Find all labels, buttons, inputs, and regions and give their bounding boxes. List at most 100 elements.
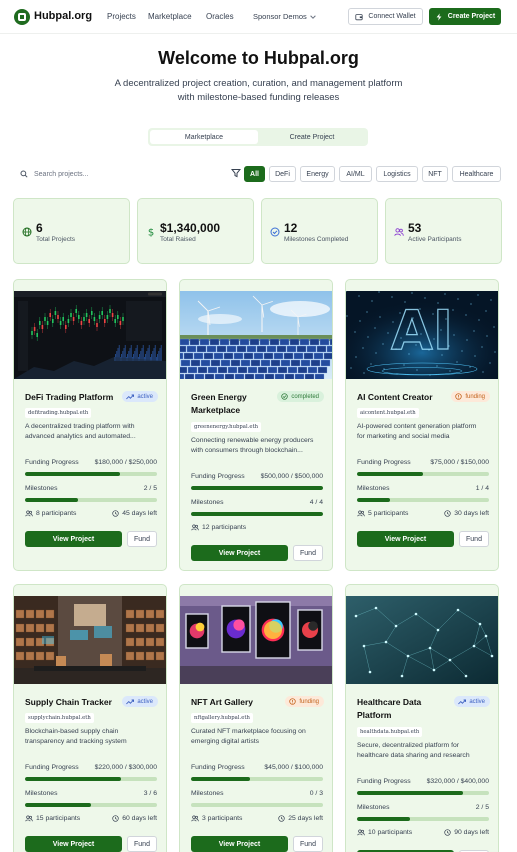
filter-chip-logistics[interactable]: Logistics bbox=[376, 166, 418, 182]
project-card[interactable]: Supply Chain Tracker active supplychain.… bbox=[13, 584, 167, 852]
filter-chip-ai-ml[interactable]: AI/ML bbox=[339, 166, 372, 182]
project-title[interactable]: Healthcare Data Platform bbox=[357, 696, 453, 722]
page-title: Welcome to Hubpal.org bbox=[158, 48, 359, 68]
status-badge-label: funding bbox=[465, 393, 485, 400]
ens-name: nftgallery.hubpal.eth bbox=[191, 713, 253, 723]
status-badge-label: active bbox=[137, 393, 153, 400]
users-icon bbox=[394, 228, 404, 236]
chevron-down-icon bbox=[310, 14, 316, 19]
milestones-progress-bar bbox=[25, 498, 157, 502]
connect-wallet-label: Connect Wallet bbox=[368, 13, 416, 20]
stat-label: Total Raised bbox=[160, 236, 196, 243]
brand-name[interactable]: Hubpal.org bbox=[34, 10, 92, 22]
project-description-line: Blockchain-based supply chain bbox=[25, 728, 119, 735]
fund-button[interactable]: Fund bbox=[127, 836, 157, 852]
view-project-button[interactable]: View Project bbox=[25, 836, 122, 852]
connect-wallet-button[interactable]: Connect Wallet bbox=[348, 8, 423, 25]
project-title[interactable]: Green Energy Marketplace bbox=[191, 391, 287, 417]
project-title[interactable]: NFT Art Gallery bbox=[191, 696, 287, 709]
view-project-button[interactable]: View Project bbox=[357, 531, 454, 547]
filter-chip-healthcare[interactable]: Healthcare bbox=[452, 166, 501, 182]
project-description-line: advanced analytics and automated... bbox=[25, 433, 136, 440]
nav-link-oracles[interactable]: Oracles bbox=[206, 12, 234, 21]
milestones-progress-bar bbox=[25, 803, 157, 807]
ens-name: aicontent.hubpal.eth bbox=[357, 408, 419, 418]
search-input[interactable]: Search projects... bbox=[14, 165, 230, 183]
tab-create-project[interactable]: Create Project bbox=[258, 130, 366, 144]
ens-name: supplychain.hubpal.eth bbox=[25, 713, 94, 723]
milestones-row: Milestones 2 / 5 bbox=[25, 485, 157, 492]
stat-card-total-raised: $ $1,340,000 Total Raised bbox=[137, 198, 254, 264]
stat-label: Milestones Completed bbox=[284, 236, 349, 243]
search-placeholder: Search projects... bbox=[34, 170, 89, 178]
project-description: Blockchain-based supply chain transparen… bbox=[25, 727, 159, 747]
clock-icon bbox=[112, 815, 119, 822]
project-card[interactable]: AI AI Content Creator funding aicontent.… bbox=[345, 279, 499, 571]
filter-chip-energy[interactable]: Energy bbox=[300, 166, 335, 182]
project-description: Curated NFT marketplace focusing on emer… bbox=[191, 727, 325, 747]
milestones-progress-bar bbox=[191, 803, 323, 807]
hubpal-logo-icon[interactable] bbox=[14, 9, 30, 25]
trending-up-icon bbox=[126, 394, 135, 399]
tab-marketplace[interactable]: Marketplace bbox=[150, 130, 258, 144]
create-project-button[interactable]: Create Project bbox=[429, 8, 501, 25]
filter-chip-defi[interactable]: DeFi bbox=[269, 166, 296, 182]
trending-up-icon bbox=[126, 699, 135, 704]
milestones-progress-fill bbox=[25, 498, 78, 502]
funding-amount: $500,000 / $500,000 bbox=[260, 473, 323, 480]
fund-button[interactable]: Fund bbox=[293, 836, 323, 852]
nav-link-marketplace[interactable]: Marketplace bbox=[148, 12, 192, 21]
sponsor-demos-label: Sponsor Demos bbox=[253, 12, 307, 21]
milestones-row: Milestones 1 / 4 bbox=[357, 485, 489, 492]
stat-card-active-participants: 53 Active Participants bbox=[385, 198, 502, 264]
funding-progress-label: Funding Progress bbox=[25, 764, 79, 771]
view-project-button[interactable]: View Project bbox=[25, 531, 122, 547]
funding-progress-row: Funding Progress $75,000 / $150,000 bbox=[357, 459, 489, 466]
nav-link-projects[interactable]: Projects bbox=[107, 12, 136, 21]
project-title[interactable]: AI Content Creator bbox=[357, 391, 453, 404]
milestones-label: Milestones bbox=[191, 790, 224, 797]
funding-progress-bar bbox=[25, 472, 157, 476]
project-title[interactable]: Supply Chain Tracker bbox=[25, 696, 121, 709]
search-icon bbox=[20, 170, 28, 178]
days-left: 60 days left bbox=[122, 815, 157, 822]
milestones-progress-fill bbox=[25, 803, 91, 807]
status-badge: active bbox=[122, 696, 158, 707]
clock-icon bbox=[444, 510, 451, 517]
participants-count: 15 participants bbox=[36, 815, 81, 822]
view-project-button[interactable]: View Project bbox=[191, 836, 288, 852]
project-card[interactable]: Green Energy Marketplace completed green… bbox=[179, 279, 333, 571]
top-navbar: Hubpal.org Projects Marketplace Oracles … bbox=[0, 0, 517, 34]
warehouse-image bbox=[14, 596, 166, 684]
funding-progress-bar bbox=[191, 777, 323, 781]
project-title[interactable]: DeFi Trading Platform bbox=[25, 391, 121, 404]
dollar-icon: $ bbox=[148, 228, 154, 238]
view-project-button[interactable]: View Project bbox=[191, 545, 288, 561]
clock-icon bbox=[112, 510, 119, 517]
project-card[interactable]: Healthcare Data Platform active healthda… bbox=[345, 584, 499, 852]
clock-icon bbox=[444, 829, 451, 836]
filter-chip-all[interactable]: All bbox=[244, 166, 265, 182]
sponsor-demos-dropdown[interactable]: Sponsor Demos bbox=[253, 12, 317, 21]
project-description-line: Secure, decentralized platform for bbox=[357, 742, 460, 749]
milestones-count: 1 / 4 bbox=[475, 485, 489, 492]
ens-name: greenenergy.hubpal.eth bbox=[191, 422, 261, 432]
page-subtitle-line: A decentralized project creation, curati… bbox=[114, 78, 403, 89]
fund-button[interactable]: Fund bbox=[459, 531, 489, 547]
milestones-label: Milestones bbox=[357, 485, 390, 492]
milestones-row: Milestones 0 / 3 bbox=[191, 790, 323, 797]
fund-button[interactable]: Fund bbox=[293, 545, 323, 561]
milestones-label: Milestones bbox=[357, 804, 390, 811]
status-badge: funding bbox=[451, 391, 490, 402]
participants-count: 8 participants bbox=[36, 510, 77, 517]
fund-button[interactable]: Fund bbox=[127, 531, 157, 547]
stat-value: 12 bbox=[284, 221, 298, 235]
milestones-row: Milestones 4 / 4 bbox=[191, 499, 323, 506]
project-card[interactable]: DeFi Trading Platform active defitrading… bbox=[13, 279, 167, 571]
filter-icon[interactable] bbox=[231, 168, 241, 178]
project-card[interactable]: NFT Art Gallery funding nftgallery.hubpa… bbox=[179, 584, 333, 852]
funding-progress-label: Funding Progress bbox=[191, 473, 245, 480]
filter-chip-nft[interactable]: NFT bbox=[422, 166, 448, 182]
stat-value: $1,340,000 bbox=[160, 221, 221, 235]
status-badge: active bbox=[122, 391, 158, 402]
